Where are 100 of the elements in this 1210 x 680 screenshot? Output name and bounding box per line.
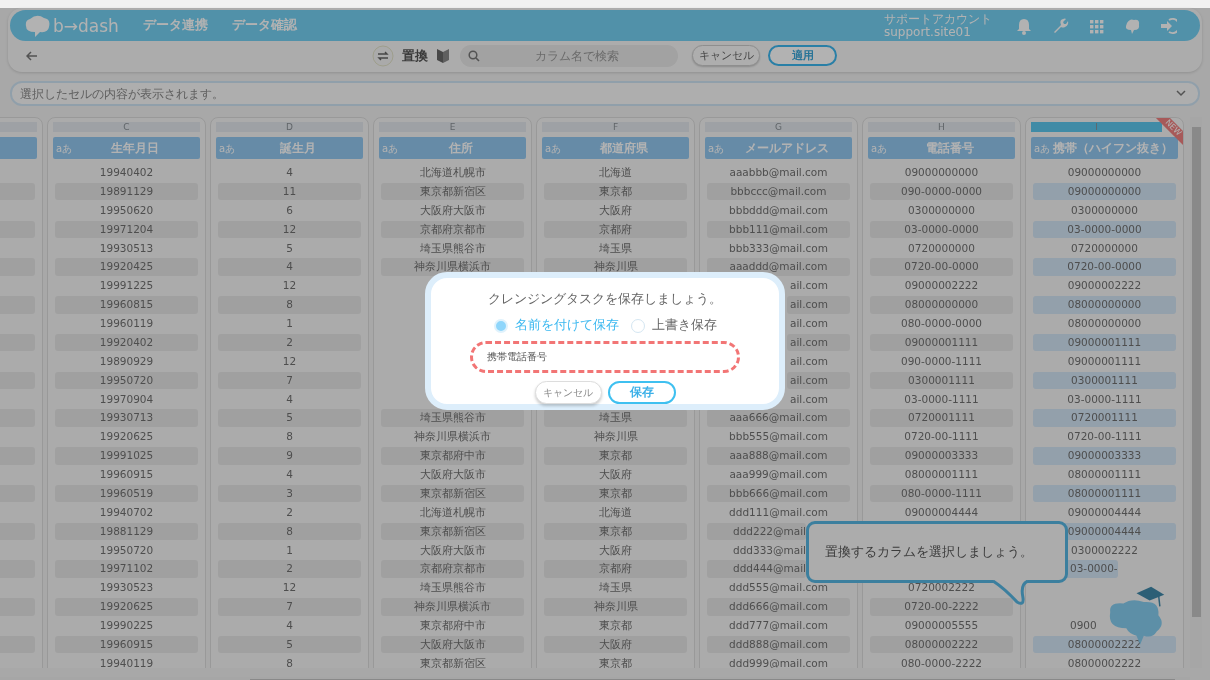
table-cell-text: 大阪府大阪市 bbox=[418, 202, 487, 218]
table-cell: 5 bbox=[218, 635, 361, 654]
radio-option[interactable]: 名前を付けて保存 bbox=[493, 317, 619, 334]
table-cell-text: 東京都新宿区 bbox=[418, 655, 487, 668]
scroll-thumb[interactable] bbox=[1191, 127, 1201, 617]
table-cell: bbb666@mail.com bbox=[707, 484, 850, 503]
table-cell: 19991025 bbox=[55, 447, 198, 465]
table-cell-text: 09000001111 bbox=[1066, 353, 1143, 369]
radio-option[interactable]: 上書き保存 bbox=[630, 317, 717, 334]
table-cell-text: 埼玉県 bbox=[598, 580, 633, 596]
column-header[interactable]: aあ 携帯（ハイフン抜き） bbox=[1031, 137, 1178, 159]
table-cell: 11 bbox=[218, 182, 361, 201]
nav-link[interactable]: データ連携 bbox=[142, 17, 208, 34]
table-cell-text: 19940402 bbox=[98, 165, 155, 180]
table-cell-text: ail.com bbox=[788, 278, 829, 294]
account-id: support.site01 bbox=[884, 25, 972, 39]
table-cell: ail.com bbox=[787, 296, 850, 314]
table-cell-text: 19970904 bbox=[98, 391, 155, 407]
table-cell-text: 19940702 bbox=[98, 504, 155, 520]
column-letter-bar[interactable]: D bbox=[216, 122, 363, 132]
apply-button[interactable]: 適用 bbox=[768, 45, 837, 66]
swap-icon[interactable] bbox=[372, 44, 394, 67]
table-cell: 京都府京都市 bbox=[381, 220, 524, 239]
table-cell-text: 08000002222 bbox=[1066, 655, 1143, 668]
column-letter-bar[interactable]: F bbox=[542, 122, 689, 132]
name-field[interactable]: 携帯電話番号 bbox=[470, 341, 740, 373]
table-cell: 19920425 bbox=[55, 258, 198, 276]
table-cell-text: 08000001111 bbox=[903, 467, 980, 482]
table-cell: 0300001111 bbox=[870, 371, 1013, 390]
column-letter-bar[interactable]: E bbox=[379, 122, 526, 132]
table-cell-text: 080-0000-0000 bbox=[899, 316, 984, 331]
table-cell: 19960519 bbox=[55, 484, 198, 503]
nav-link[interactable]: データ確認 bbox=[231, 17, 297, 34]
table-cell-text: 北海道 bbox=[598, 504, 633, 520]
table-cell-text: 4 bbox=[285, 618, 294, 633]
table-cell: 09000003333 bbox=[1033, 447, 1176, 465]
table-cell-text: aaabbb@mail.com bbox=[728, 165, 829, 180]
column-name: 電話番号 bbox=[925, 139, 974, 157]
table-cell-text: 0720002222 bbox=[907, 580, 976, 596]
column-letter-bar[interactable]: H bbox=[868, 122, 1015, 132]
table-cell-text: bbb333@mail.com bbox=[728, 240, 829, 256]
radio-button[interactable] bbox=[630, 318, 645, 333]
table-cell-text: 08000000000 bbox=[1066, 316, 1143, 331]
back-arrow-icon[interactable] bbox=[26, 50, 38, 61]
dialog-title: クレンジングタスクを保存しましょう。 bbox=[488, 290, 722, 308]
column-header[interactable]: aあ 生年月日 bbox=[53, 137, 200, 159]
table-cell: 08000002222 bbox=[870, 635, 1013, 654]
bell-icon[interactable] bbox=[1015, 16, 1033, 35]
table-cell: 19960815 bbox=[55, 296, 198, 314]
table-cell-text: 19950720 bbox=[98, 542, 155, 558]
table-cell: 東京都 bbox=[544, 447, 687, 465]
column-header[interactable]: aあ 誕生月 bbox=[216, 137, 363, 159]
beginner-mark-icon[interactable] bbox=[436, 47, 450, 64]
table-cell: bbb111@mail.com bbox=[707, 220, 850, 239]
table-cell-text: 0720-00-1111 bbox=[1066, 429, 1143, 445]
account-name: サポートアカウント bbox=[884, 12, 992, 26]
table-cell-text: 北海道札幌市 bbox=[418, 504, 487, 520]
table-cell: 08000002222 bbox=[1033, 635, 1176, 654]
table-cell: 09000003333 bbox=[870, 447, 1013, 465]
logout-icon[interactable] bbox=[1159, 16, 1177, 35]
table-cell: 12 bbox=[218, 220, 361, 239]
table-cell-text: 大阪府 bbox=[598, 467, 633, 482]
column-header[interactable]: aあ 都道府県 bbox=[542, 137, 689, 159]
table-cell: 19920402 bbox=[55, 333, 198, 352]
table-cell-text: 埼玉県熊谷市 bbox=[418, 580, 487, 596]
table-cell-text: 19991225 bbox=[98, 278, 155, 294]
table-cell-text: ddd555@mail.com bbox=[728, 580, 829, 596]
table-cell: 東京都 bbox=[544, 484, 687, 503]
cancel-button[interactable]: キャンセル bbox=[534, 381, 602, 404]
table-cell: 19920625 bbox=[55, 598, 198, 616]
table-cell: 大阪府大阪市 bbox=[381, 635, 524, 654]
table-cell-text: ddd333@mail bbox=[732, 542, 807, 558]
table-cell-text: 080-0000-2222 bbox=[899, 655, 984, 668]
cancel-button[interactable]: キャンセル bbox=[692, 45, 760, 66]
table-cell-text: 19890929 bbox=[98, 353, 155, 369]
table-cell: 19881129 bbox=[55, 522, 198, 541]
table-cell-text: 0300000000 bbox=[907, 202, 976, 218]
radio-button[interactable] bbox=[493, 318, 508, 333]
table-cell-text: 090-0000-1111 bbox=[899, 353, 984, 369]
logo-text[interactable]: b→dash bbox=[53, 15, 119, 36]
table-cell-text: 09000002222 bbox=[903, 278, 980, 294]
column-header[interactable]: aあ 電話番号 bbox=[868, 137, 1015, 159]
table-cell: 東京都新宿区 bbox=[381, 182, 524, 201]
cell-content-field[interactable]: 選択したセルの内容が表示されます。 bbox=[10, 81, 1200, 106]
table-cell-text: ddd111@mail.com bbox=[728, 504, 829, 520]
table-cell: 09000001111 bbox=[870, 333, 1013, 352]
table-cell-text: 大阪府大阪市 bbox=[418, 467, 487, 482]
save-button[interactable]: 保存 bbox=[607, 381, 676, 404]
table-cell: ddd666@mail.com bbox=[707, 598, 850, 616]
chevron-down-icon[interactable] bbox=[1176, 90, 1186, 97]
table-cell: 2 bbox=[218, 560, 361, 578]
table-cell-text: 東京都府中市 bbox=[418, 618, 487, 633]
table-cell: bbbccc@mail.com bbox=[707, 182, 850, 201]
table-cell: ddd444@mail bbox=[707, 560, 807, 578]
column-header[interactable]: aあ 住所 bbox=[379, 137, 526, 159]
type-label: aあ bbox=[56, 142, 73, 156]
table-cell-text: 19920625 bbox=[98, 429, 155, 445]
table-cell: 0720001111 bbox=[1033, 409, 1176, 427]
cloud-head-icon[interactable] bbox=[1123, 16, 1141, 35]
column-header[interactable]: aあ メールアドレス bbox=[705, 137, 852, 159]
